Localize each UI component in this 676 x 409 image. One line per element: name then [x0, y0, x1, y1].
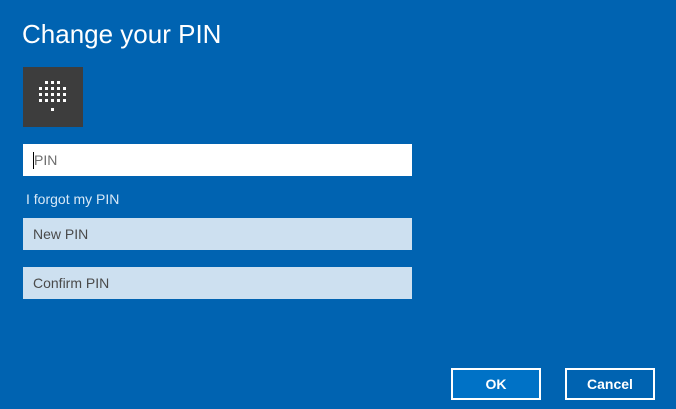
pin-keypad-icon	[23, 67, 83, 127]
forgot-pin-link[interactable]: I forgot my PIN	[26, 190, 119, 208]
confirm-pin-input[interactable]: Confirm PIN	[23, 267, 412, 299]
new-pin-input[interactable]: New PIN	[23, 218, 412, 250]
change-pin-dialog: Change your PIN PIN I forgot my PIN New …	[0, 0, 676, 409]
pin-input[interactable]: PIN	[23, 144, 412, 176]
new-pin-placeholder: New PIN	[33, 226, 89, 242]
text-caret	[33, 151, 34, 169]
dialog-title: Change your PIN	[22, 19, 222, 49]
ok-button[interactable]: OK	[451, 368, 541, 400]
cancel-button[interactable]: Cancel	[565, 368, 655, 400]
pin-input-placeholder: PIN	[34, 152, 58, 168]
confirm-pin-placeholder: Confirm PIN	[33, 275, 110, 291]
